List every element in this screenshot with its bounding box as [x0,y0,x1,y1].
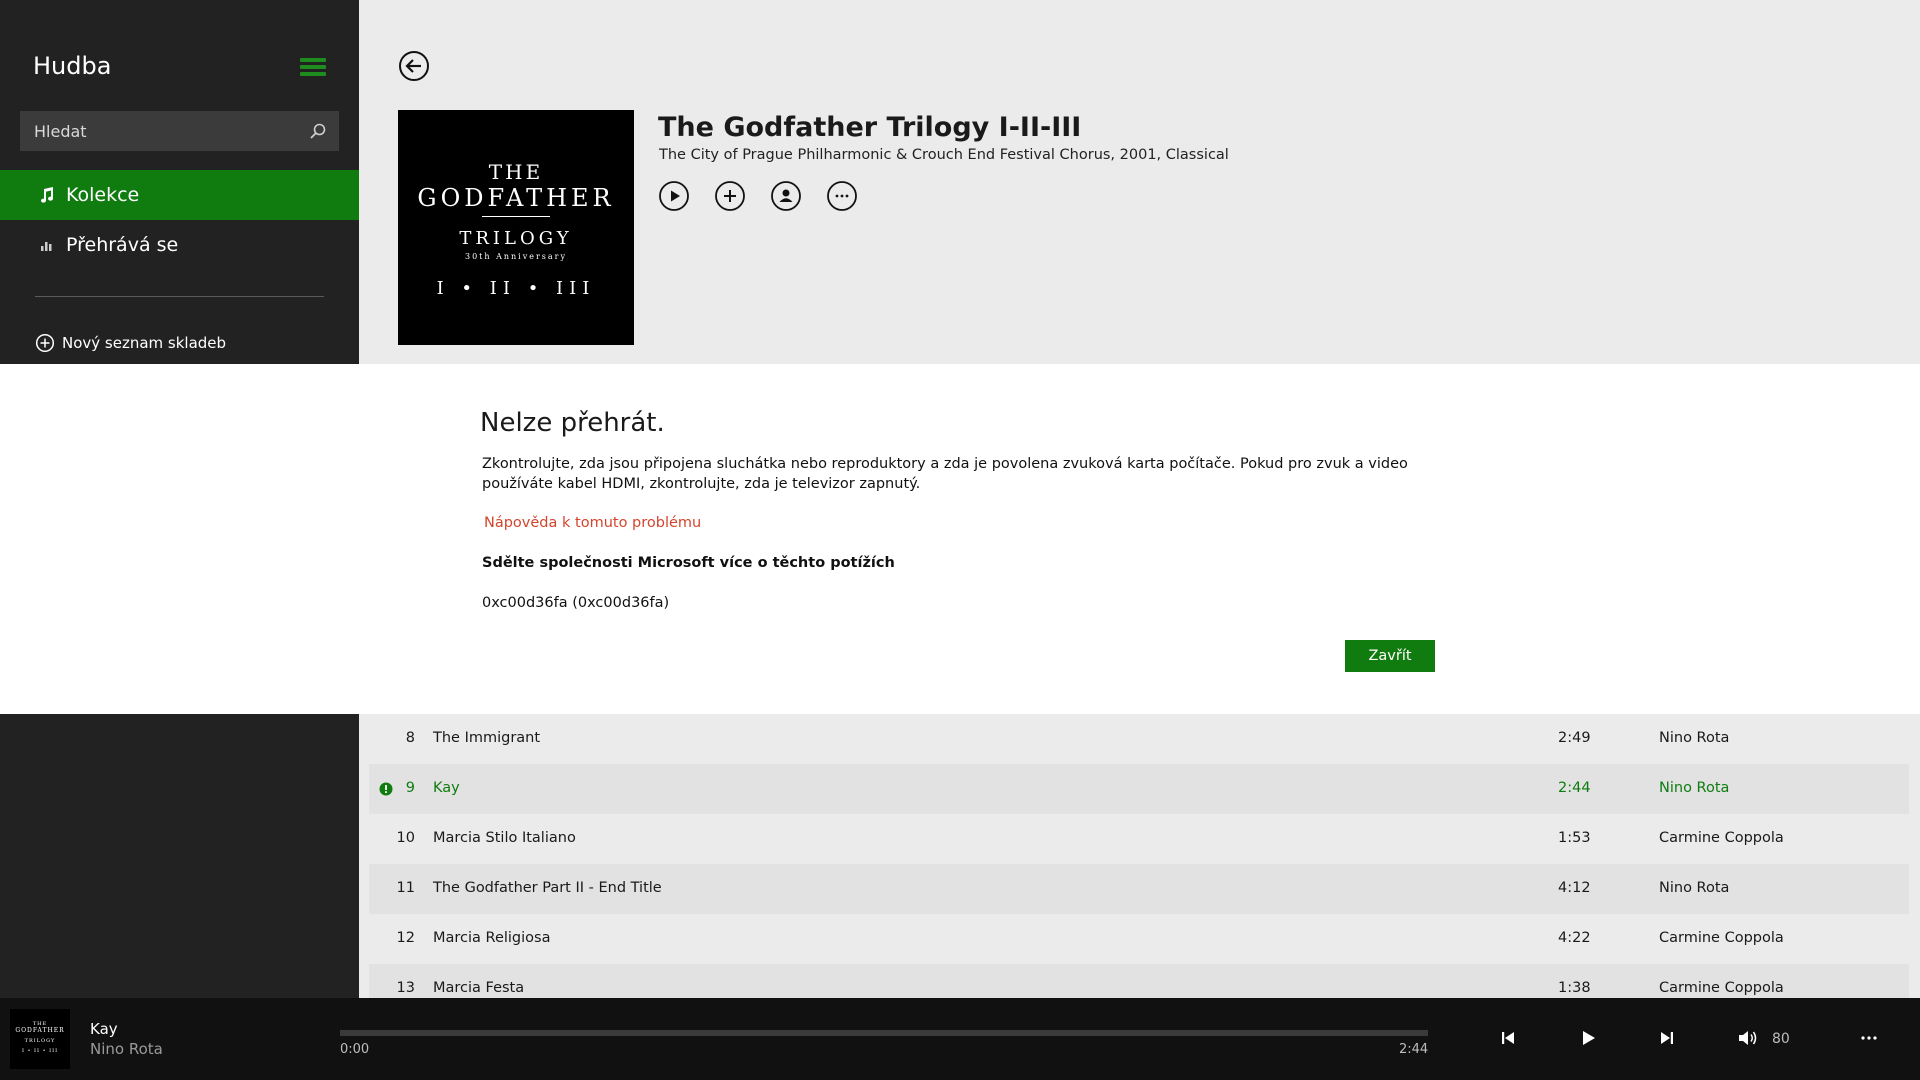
table-row[interactable]: 10 Marcia Stilo Italiano 1:53 Carmine Co… [369,814,1909,864]
time-current: 0:00 [340,1042,370,1057]
album-art-text: 30th Anniversary [464,252,568,261]
track-number: 8 [405,730,415,746]
equalizer-icon [36,234,58,256]
track-duration: 2:44 [1558,780,1591,796]
table-row[interactable]: 11 The Godfather Part II - End Title 4:1… [369,864,1909,914]
track-title: The Godfather Part II - End Title [433,880,662,896]
track-number: 12 [396,930,415,946]
close-button[interactable]: Zavřít [1345,640,1435,672]
volume-icon[interactable] [1737,1028,1759,1048]
track-artist[interactable]: Nino Rota [1659,880,1729,896]
track-number: 9 [405,780,415,796]
dialog-title: Nelze přehrát. [480,408,665,438]
track-title: Kay [433,780,460,796]
album-subtitle: The City of Prague Philharmonic & Crouch… [659,147,1229,163]
track-list: 8 The Immigrant 2:49 Nino Rota 9 Kay 2:4… [359,714,1920,998]
mini-art-text: TRILOGY [24,1038,56,1044]
track-artist[interactable]: Carmine Coppola [1659,930,1784,946]
progress-bar[interactable] [340,1030,1428,1036]
track-duration: 4:22 [1558,930,1591,946]
table-row[interactable]: 12 Marcia Religiosa 4:22 Carmine Coppola [369,914,1909,964]
album-art-text: THE [488,160,544,184]
album-art-text: TRILOGY [459,228,573,249]
sidebar-item-collection[interactable]: Kolekce [0,170,359,220]
sidebar-lower [0,714,359,998]
track-artist[interactable]: Nino Rota [1659,780,1729,796]
error-dialog: Nelze přehrát. Zkontrolujte, zda jsou př… [0,364,1920,714]
album-art: THE GODFATHER TRILOGY 30th Anniversary I… [398,110,634,345]
next-track-icon[interactable] [1657,1028,1677,1048]
play-icon[interactable] [1578,1028,1598,1048]
track-artist[interactable]: Carmine Coppola [1659,830,1784,846]
track-artist[interactable]: Nino Rota [1659,730,1729,746]
track-title: Marcia Festa [433,980,525,996]
previous-track-icon[interactable] [1498,1028,1518,1048]
hamburger-menu-icon[interactable] [300,58,326,80]
add-circle-icon[interactable] [714,180,746,212]
track-artist[interactable]: Carmine Coppola [1659,980,1784,996]
now-playing-artist: Nino Rota [90,1040,163,1058]
sidebar-item-label: Přehrává se [66,234,179,256]
new-playlist-label: Nový seznam skladeb [62,334,227,352]
table-row[interactable]: 13 Marcia Festa 1:38 Carmine Coppola [369,964,1909,998]
track-number: 11 [396,880,415,896]
music-note-icon [36,184,58,206]
volume-level: 80 [1772,1031,1790,1047]
now-playing-title: Kay [90,1020,118,1038]
track-title: The Immigrant [433,730,541,746]
error-code: 0xc00d36fa (0xc00d36fa) [482,595,670,611]
new-playlist-button[interactable]: Nový seznam skladeb [35,333,226,353]
mini-art-text: I • II • III [21,1048,59,1054]
plus-circle-icon [35,333,55,353]
track-number: 13 [396,980,415,996]
more-options-icon[interactable] [1858,1028,1880,1048]
person-circle-icon[interactable] [770,180,802,212]
play-circle-icon[interactable] [658,180,690,212]
more-circle-icon[interactable] [826,180,858,212]
table-row[interactable]: 9 Kay 2:44 Nino Rota [369,764,1909,814]
sidebar-divider [35,296,324,297]
album-title: The Godfather Trilogy I-II-III [658,112,1082,143]
feedback-link[interactable]: Sdělte společnosti Microsoft více o těch… [482,555,895,571]
track-title: Marcia Stilo Italiano [433,830,576,846]
sidebar-item-now-playing[interactable]: Přehrává se [0,220,359,270]
album-art-text: I • II • III [436,278,596,299]
table-row[interactable]: 8 The Immigrant 2:49 Nino Rota [369,714,1909,764]
now-playing-art[interactable]: THE GODFATHER TRILOGY I • II • III [10,1009,70,1069]
track-number: 10 [396,830,415,846]
search-box [20,111,339,151]
help-link[interactable]: Nápověda k tomuto problému [484,515,701,531]
time-total: 2:44 [1399,1042,1429,1057]
track-duration: 4:12 [1558,880,1591,896]
sidebar-item-label: Kolekce [66,184,140,206]
track-duration: 1:53 [1558,830,1591,846]
player-bar: THE GODFATHER TRILOGY I • II • III Kay N… [0,998,1920,1080]
search-icon[interactable] [309,122,327,140]
app-title: Hudba [33,52,112,80]
back-arrow-icon[interactable] [398,50,430,82]
dialog-message: Zkontrolujte, zda jsou připojena sluchát… [482,456,1408,492]
album-art-text: GODFATHER [417,184,615,212]
track-title: Marcia Religiosa [433,930,551,946]
search-input[interactable] [20,111,300,151]
track-duration: 1:38 [1558,980,1591,996]
track-duration: 2:49 [1558,730,1591,746]
mini-art-text: GODFATHER [15,1027,65,1034]
